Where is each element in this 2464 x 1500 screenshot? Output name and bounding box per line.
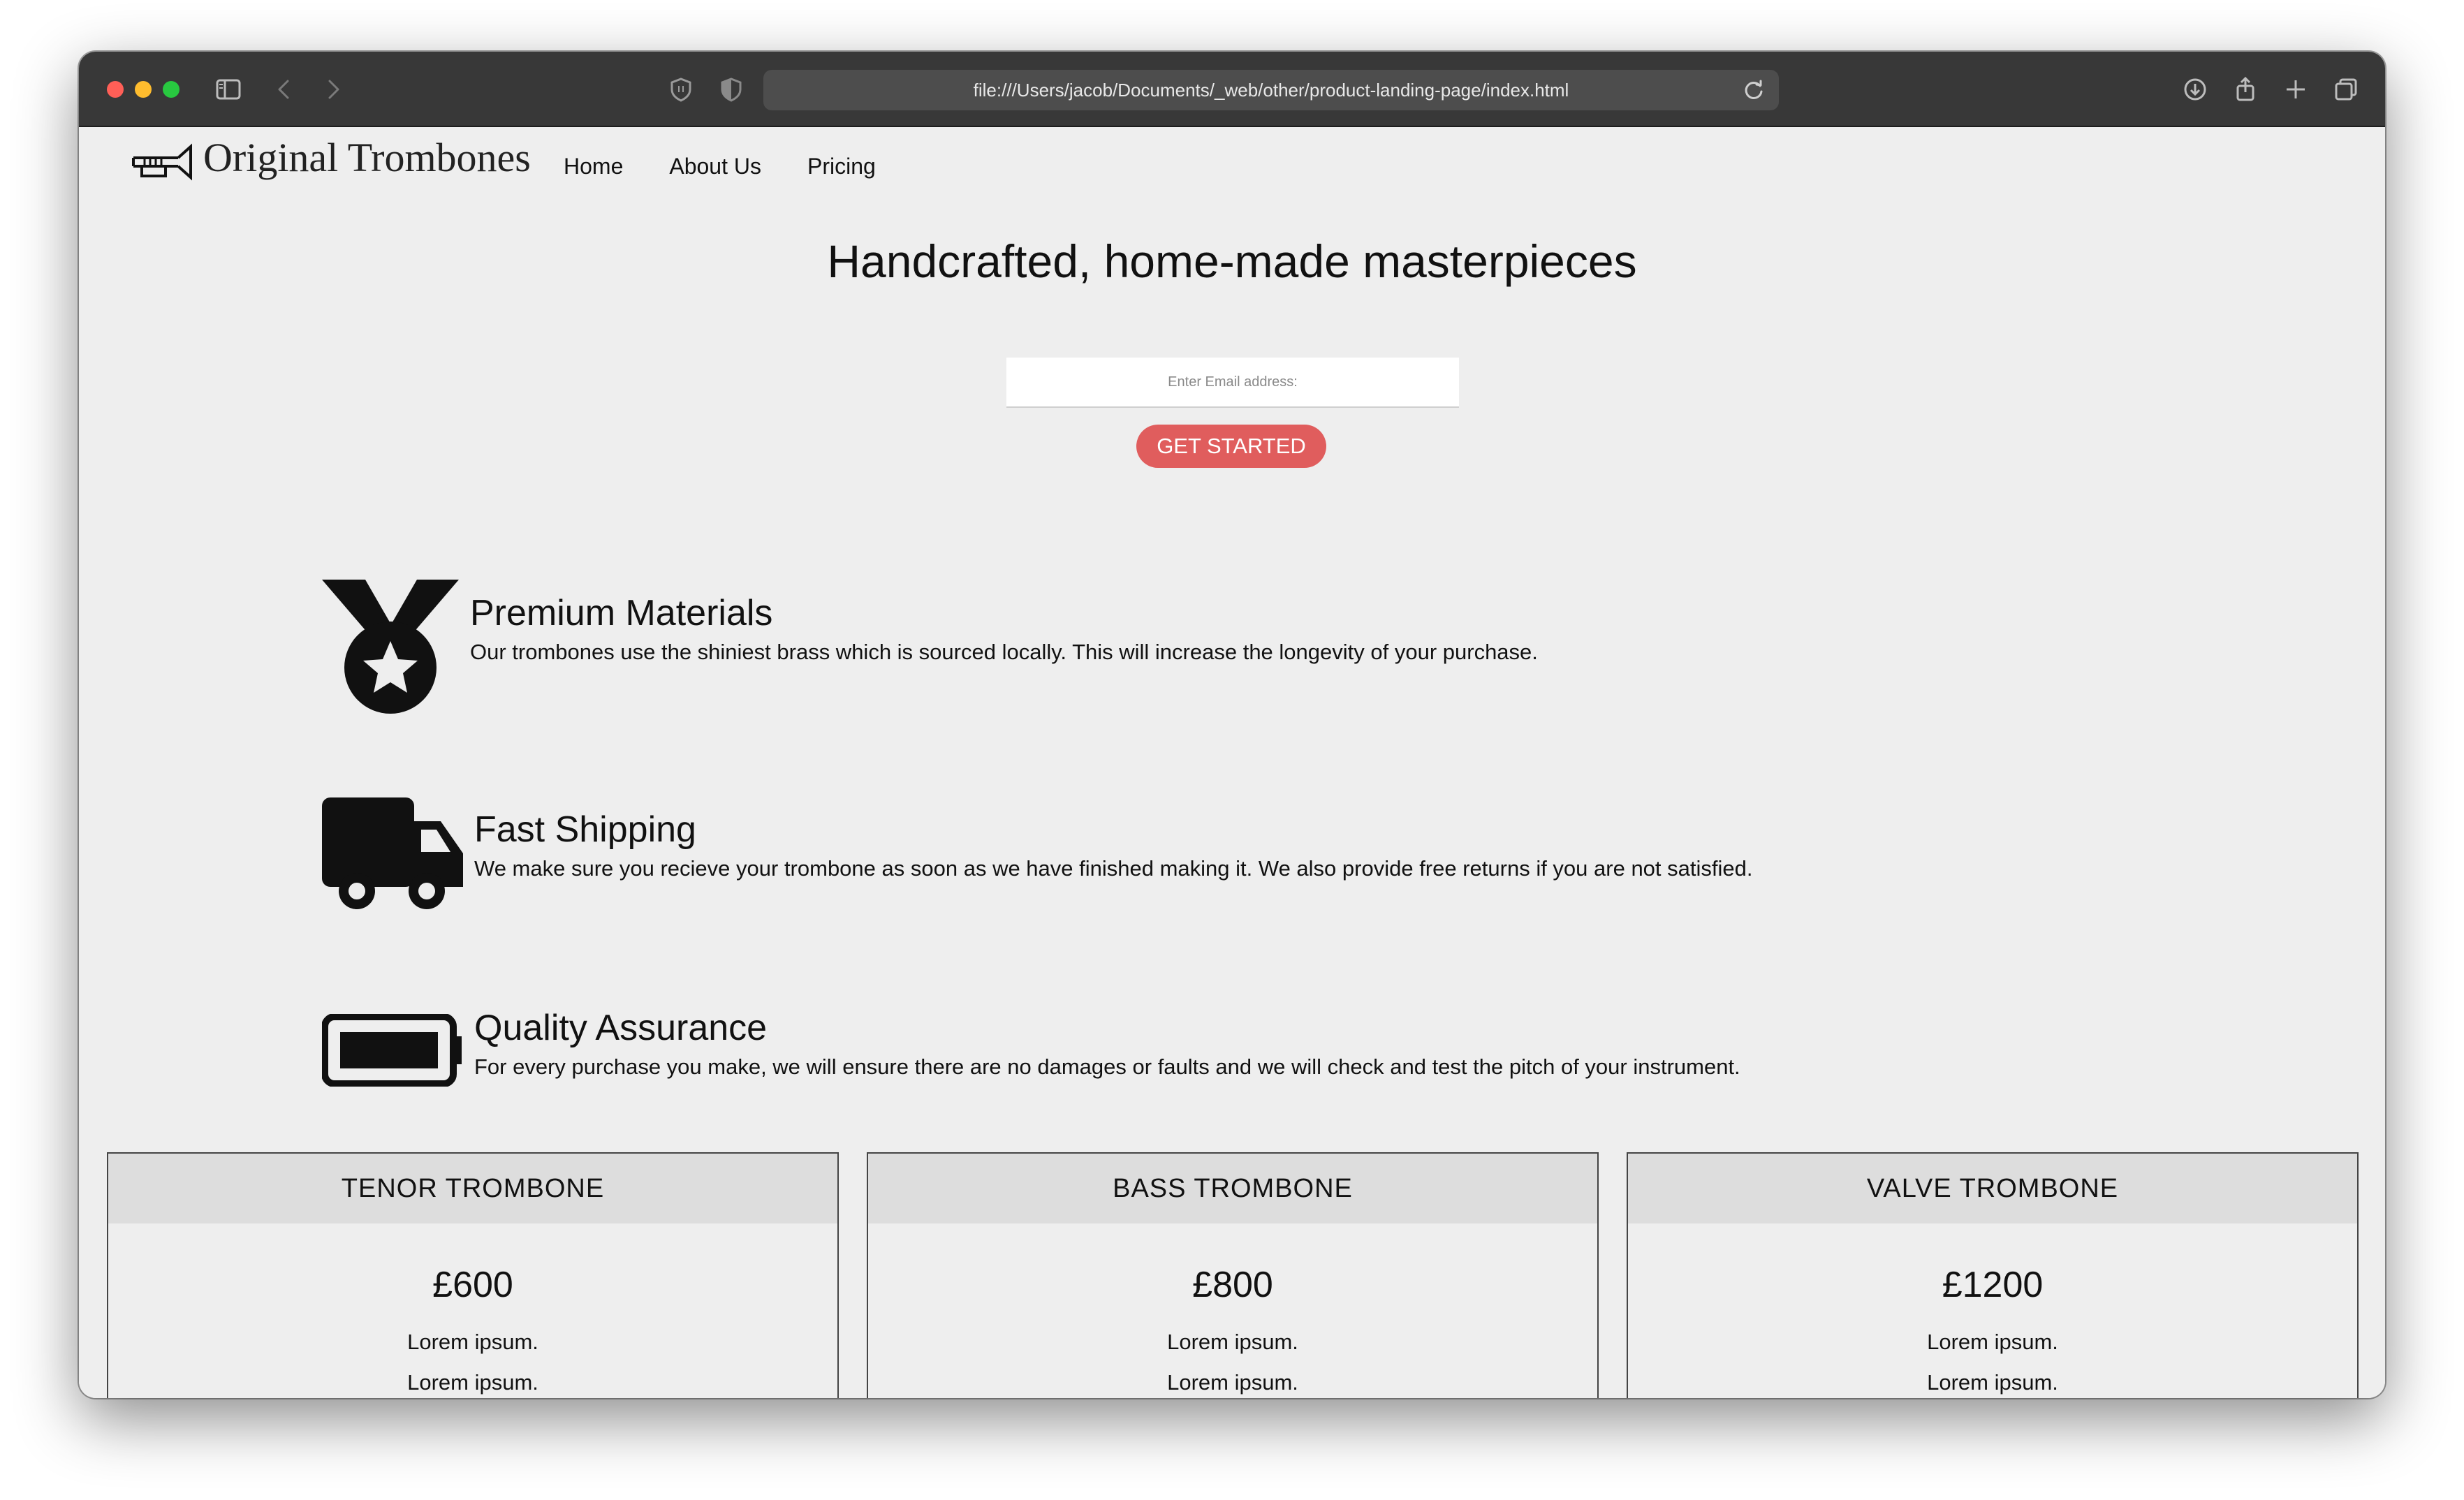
email-input[interactable]: [1006, 358, 1459, 408]
new-tab-icon[interactable]: [2279, 73, 2312, 106]
feature-title: Quality Assurance: [474, 1008, 768, 1048]
truck-icon: [322, 797, 463, 909]
address-bar[interactable]: file:///Users/jacob/Documents/_web/other…: [763, 70, 1779, 110]
reload-icon[interactable]: [1740, 76, 1768, 104]
pricing-card-feature: Lorem ipsum.: [407, 1330, 538, 1354]
zoom-window-button[interactable]: [163, 81, 179, 98]
download-icon[interactable]: [2178, 73, 2212, 106]
feature-title: Fast Shipping: [474, 809, 696, 850]
pricing-card-feature: Lorem ipsum.: [1927, 1370, 2058, 1395]
forward-icon[interactable]: [316, 73, 350, 106]
pricing-card-title: TENOR TROMBONE: [108, 1154, 837, 1223]
close-window-button[interactable]: [107, 81, 124, 98]
feature-quality-assurance: Quality Assurance For every purchase you…: [322, 1008, 2138, 1154]
feature-fast-shipping: Fast Shipping We make sure you recieve y…: [322, 797, 2138, 937]
minimize-window-button[interactable]: [135, 81, 152, 98]
url-text: file:///Users/jacob/Documents/_web/other…: [973, 79, 1569, 101]
medal-icon: [322, 580, 459, 714]
main-nav: Home About Us Pricing: [564, 154, 876, 179]
nav-link-about-us[interactable]: About Us: [669, 154, 761, 179]
get-started-button[interactable]: GET STARTED: [1136, 425, 1326, 468]
feature-title: Premium Materials: [470, 593, 773, 633]
pricing-card-feature: Lorem ipsum.: [1167, 1330, 1298, 1354]
pricing-card-feature: Lorem ipsum.: [1167, 1370, 1298, 1395]
pricing-card-feature: Lorem ipsum.: [1927, 1330, 2058, 1354]
pricing-card-price: £800: [1192, 1265, 1273, 1305]
feature-description: Our trombones use the shiniest brass whi…: [470, 640, 1538, 664]
pricing-card-tenor: TENOR TROMBONE £600 Lorem ipsum. Lorem i…: [107, 1152, 839, 1398]
pricing-card-bass: BASS TROMBONE £800 Lorem ipsum. Lorem ip…: [867, 1152, 1599, 1398]
pricing-card-title: BASS TROMBONE: [868, 1154, 1597, 1223]
pricing-card-price: £1200: [1942, 1265, 2044, 1305]
trombone-icon: [132, 143, 192, 181]
shield-icon[interactable]: [664, 73, 698, 106]
web-page: Original Trombones Home About Us Pricing…: [79, 128, 2385, 1398]
tabs-icon[interactable]: [2329, 73, 2363, 106]
share-icon[interactable]: [2229, 73, 2262, 106]
feature-description: For every purchase you make, we will ens…: [474, 1054, 1740, 1079]
feature-description: We make sure you recieve your trombone a…: [474, 856, 1753, 881]
battery-icon: [322, 1014, 462, 1087]
sidebar-icon[interactable]: [212, 73, 245, 106]
pricing-card-valve: VALVE TROMBONE £1200 Lorem ipsum. Lorem …: [1627, 1152, 2359, 1398]
feature-premium-materials: Premium Materials Our trombones use the …: [322, 580, 2138, 719]
pricing-card-feature: Lorem ipsum.: [407, 1370, 538, 1395]
privacy-icon[interactable]: [714, 73, 748, 106]
browser-toolbar: file:///Users/jacob/Documents/_web/other…: [79, 52, 2385, 127]
nav-link-home[interactable]: Home: [564, 154, 623, 179]
hero-title: Handcrafted, home-made masterpieces: [827, 235, 1637, 287]
site-logo-text[interactable]: Original Trombones: [203, 134, 531, 181]
browser-window: file:///Users/jacob/Documents/_web/other…: [79, 52, 2385, 1398]
back-icon[interactable]: [267, 73, 301, 106]
nav-link-pricing[interactable]: Pricing: [807, 154, 876, 179]
pricing-card-price: £600: [432, 1265, 513, 1305]
pricing-card-title: VALVE TROMBONE: [1628, 1154, 2357, 1223]
